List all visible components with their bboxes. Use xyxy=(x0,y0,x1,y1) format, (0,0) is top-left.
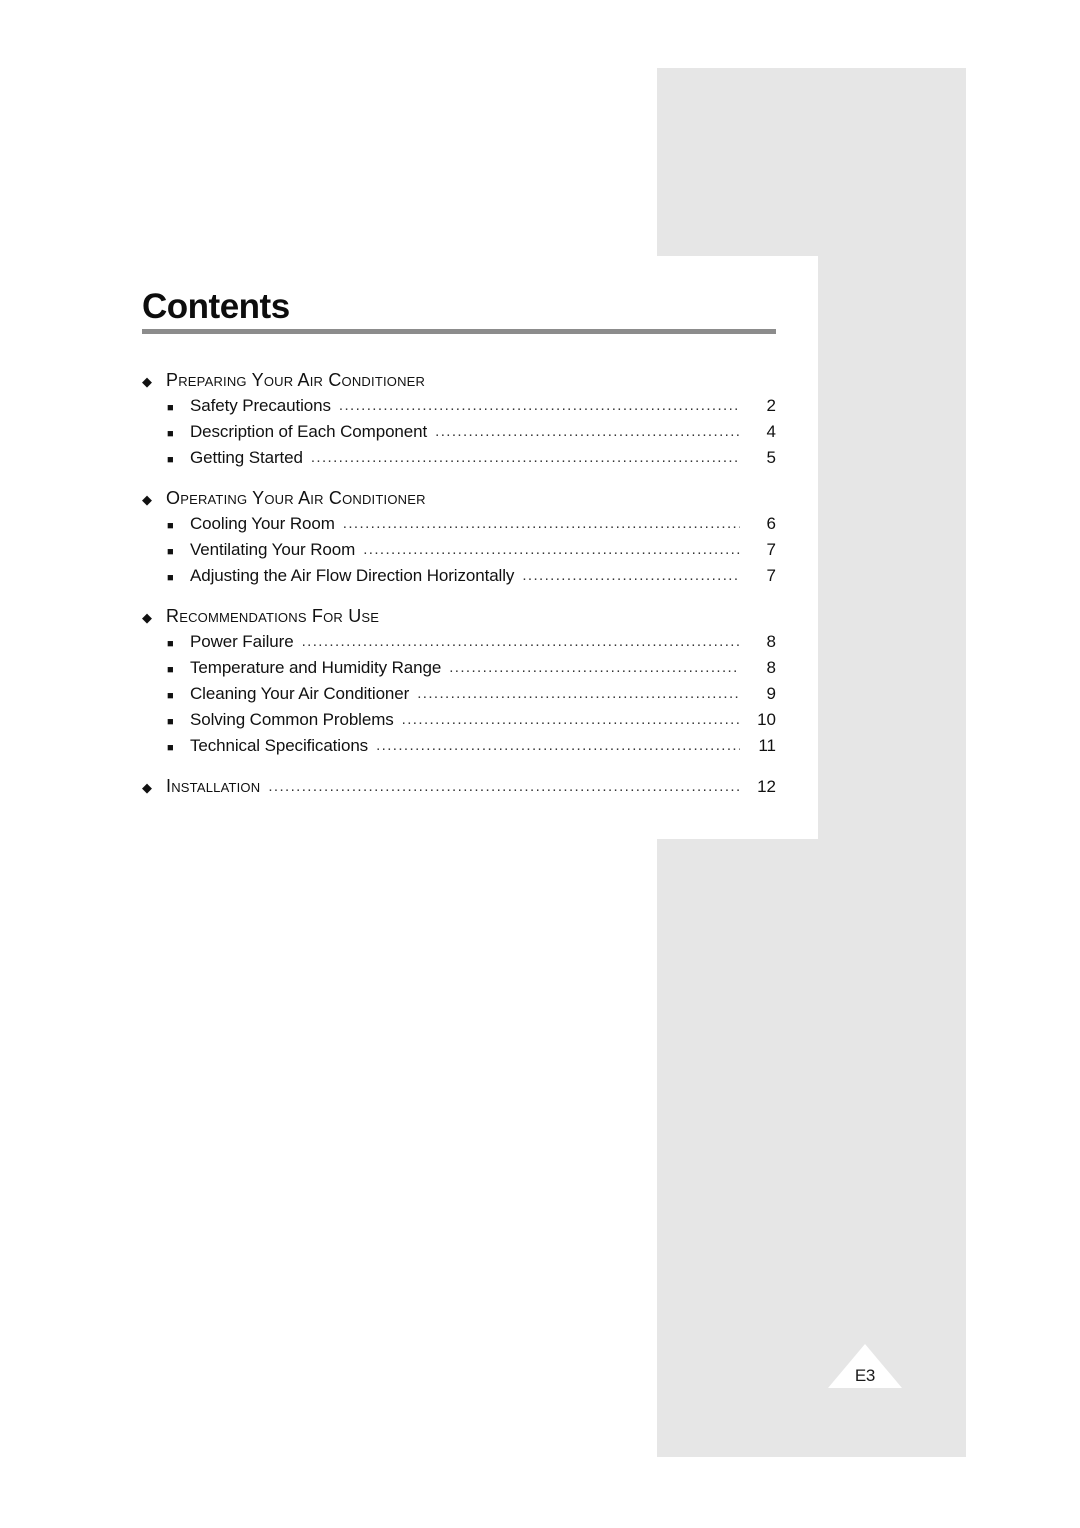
diamond-bullet-icon: ◆ xyxy=(142,492,152,507)
square-bullet-icon: ■ xyxy=(167,572,174,584)
toc-leader-dots: ........................................… xyxy=(376,737,740,754)
toc-leader-dots: ........................................… xyxy=(522,567,740,584)
diamond-bullet-icon: ◆ xyxy=(142,610,152,625)
toc-entry[interactable]: ■ Cleaning Your Air Conditioner ........… xyxy=(142,682,776,708)
toc-page-number: 8 xyxy=(766,658,776,677)
page-title: Contents xyxy=(142,287,290,326)
toc-section-label: Preparing Your Air Conditioner xyxy=(166,370,426,390)
toc-leader-dots: ........................................… xyxy=(363,541,740,558)
toc-entry-label: Ventilating Your Room xyxy=(190,540,356,559)
toc-entry[interactable]: ■ Cooling Your Room ....................… xyxy=(142,512,776,538)
toc-group: ◆ Operating Your Air Conditioner ■ Cooli… xyxy=(142,486,776,590)
contents-block: Contents ◆ Preparing Your Air Conditione… xyxy=(142,288,776,800)
toc-entry-label: Temperature and Humidity Range xyxy=(190,658,442,677)
table-of-contents: ◆ Preparing Your Air Conditioner ■ Safet… xyxy=(142,368,776,800)
toc-section-label: Recommendations For Use xyxy=(166,606,380,626)
square-bullet-icon: ■ xyxy=(167,742,174,754)
toc-leader-dots: ........................................… xyxy=(449,659,740,676)
toc-entry-label: Cleaning Your Air Conditioner xyxy=(190,684,410,703)
toc-entry-label: Power Failure xyxy=(190,632,294,651)
toc-page-number: 7 xyxy=(766,540,776,559)
toc-section-heading[interactable]: ◆ Preparing Your Air Conditioner xyxy=(142,368,776,394)
toc-page-number: 10 xyxy=(757,710,776,729)
toc-entry[interactable]: ■ Technical Specifications .............… xyxy=(142,734,776,760)
square-bullet-icon: ■ xyxy=(167,716,174,728)
toc-section-heading[interactable]: ◆ Recommendations For Use xyxy=(142,604,776,630)
square-bullet-icon: ■ xyxy=(167,664,174,676)
toc-group: ◆ Preparing Your Air Conditioner ■ Safet… xyxy=(142,368,776,472)
toc-entry-label: Description of Each Component xyxy=(190,422,428,441)
toc-entry[interactable]: ■ Adjusting the Air Flow Direction Horiz… xyxy=(142,564,776,590)
toc-page-number: 7 xyxy=(766,566,776,585)
toc-group: ◆ Recommendations For Use ■ Power Failur… xyxy=(142,604,776,760)
square-bullet-icon: ■ xyxy=(167,546,174,558)
toc-page-number: 4 xyxy=(766,422,776,441)
diamond-bullet-icon: ◆ xyxy=(142,780,152,795)
toc-section-heading-installation[interactable]: ◆ Installation .........................… xyxy=(142,774,776,800)
toc-entry[interactable]: ■ Ventilating Your Room ................… xyxy=(142,538,776,564)
toc-leader-dots: ........................................… xyxy=(268,778,740,795)
toc-entry-label: Adjusting the Air Flow Direction Horizon… xyxy=(190,566,515,585)
toc-leader-dots: ........................................… xyxy=(342,515,740,532)
decorative-panel-lower xyxy=(657,839,966,1457)
page-number-marker: E3 xyxy=(828,1344,902,1388)
toc-page-number: 6 xyxy=(766,514,776,533)
toc-entry-label: Getting Started xyxy=(190,448,303,467)
decorative-panel-right xyxy=(818,256,966,840)
toc-leader-dots: ........................................… xyxy=(435,423,740,440)
toc-page-number: 11 xyxy=(758,736,776,755)
toc-entry[interactable]: ■ Description of Each Component ........… xyxy=(142,420,776,446)
toc-entry[interactable]: ■ Getting Started ......................… xyxy=(142,446,776,472)
toc-section-label: Operating Your Air Conditioner xyxy=(166,488,426,508)
square-bullet-icon: ■ xyxy=(167,520,174,532)
page-number-label: E3 xyxy=(854,1366,876,1385)
square-bullet-icon: ■ xyxy=(167,690,174,702)
decorative-panel-upper xyxy=(657,68,966,256)
toc-page-number: 5 xyxy=(766,448,776,467)
title-divider xyxy=(142,329,776,334)
toc-entry[interactable]: ■ Solving Common Problems ..............… xyxy=(142,708,776,734)
toc-leader-dots: ........................................… xyxy=(401,711,740,728)
toc-entry-label: Safety Precautions xyxy=(190,396,331,415)
toc-page-number: 12 xyxy=(757,777,776,796)
toc-entry[interactable]: ■ Temperature and Humidity Range .......… xyxy=(142,656,776,682)
toc-page-number: 2 xyxy=(766,396,776,415)
diamond-bullet-icon: ◆ xyxy=(142,374,152,389)
toc-entry[interactable]: ■ Safety Precautions ...................… xyxy=(142,394,776,420)
toc-entry-label: Technical Specifications xyxy=(190,736,369,755)
toc-leader-dots: ........................................… xyxy=(417,685,740,702)
square-bullet-icon: ■ xyxy=(167,428,174,440)
toc-group: ◆ Installation .........................… xyxy=(142,774,776,800)
toc-page-number: 9 xyxy=(766,684,776,703)
toc-leader-dots: ........................................… xyxy=(301,633,740,650)
toc-section-label: Installation xyxy=(166,776,261,796)
toc-leader-dots: ........................................… xyxy=(310,449,740,466)
toc-entry[interactable]: ■ Power Failure ........................… xyxy=(142,630,776,656)
toc-leader-dots: ........................................… xyxy=(338,397,740,414)
toc-entry-label: Cooling Your Room xyxy=(190,514,335,533)
toc-page-number: 8 xyxy=(766,632,776,651)
toc-entry-label: Solving Common Problems xyxy=(190,710,394,729)
square-bullet-icon: ■ xyxy=(167,454,174,466)
square-bullet-icon: ■ xyxy=(167,638,174,650)
toc-section-heading[interactable]: ◆ Operating Your Air Conditioner xyxy=(142,486,776,512)
square-bullet-icon: ■ xyxy=(167,402,174,414)
